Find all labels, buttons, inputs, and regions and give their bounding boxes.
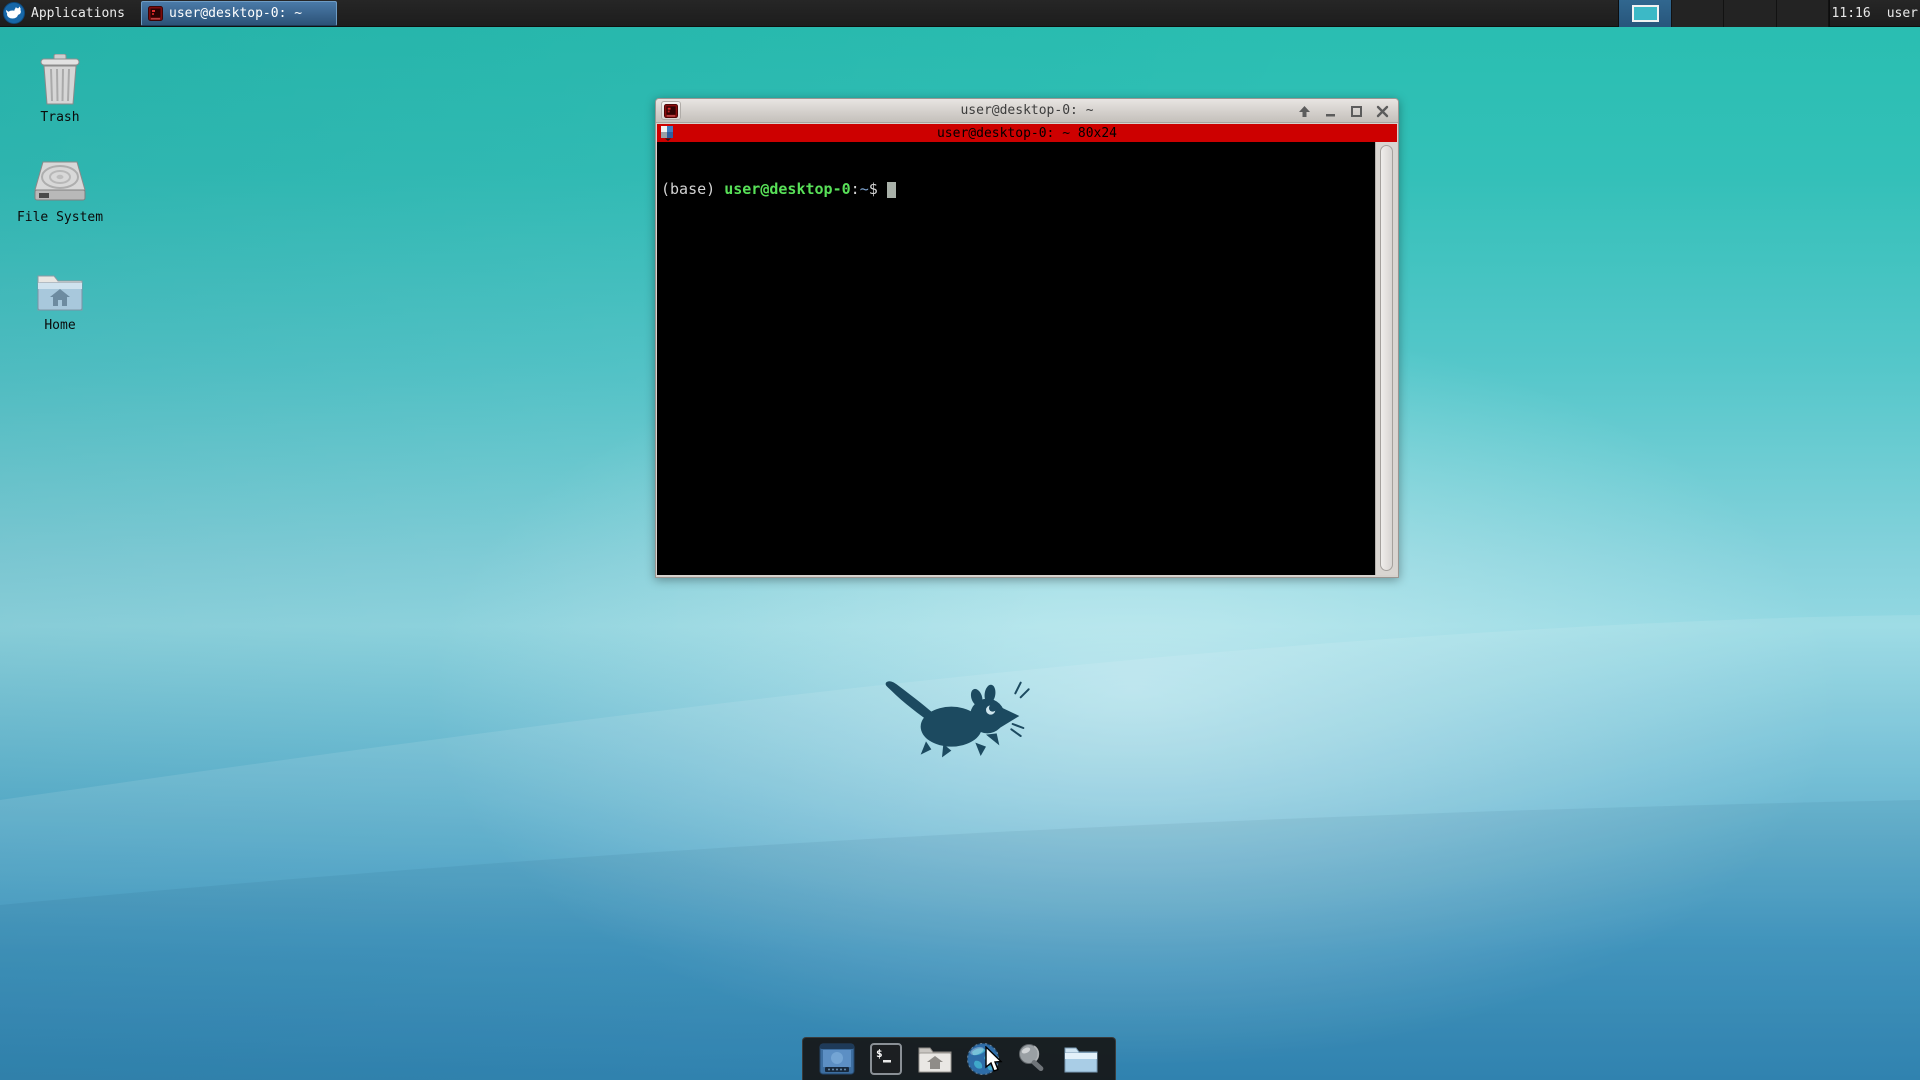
xterm-tab-title: user@desktop-0: ~ 80x24 — [936, 125, 1117, 141]
scrollbar-thumb[interactable] — [1380, 145, 1393, 571]
top-panel: Applications user@desktop-0: ~ 11:16 use… — [0, 0, 1920, 27]
home-folder-icon — [918, 1047, 952, 1073]
hard-disk-icon — [34, 161, 86, 201]
trash-icon — [40, 54, 80, 105]
terminal-scrollbar[interactable] — [1375, 142, 1397, 575]
dock-item-file-search[interactable] — [1013, 1041, 1051, 1077]
prompt-separator: : — [850, 180, 860, 198]
minimize-icon — [1325, 113, 1335, 116]
window-title: user@desktop-0: ~ — [960, 103, 1094, 118]
dock-item-show-desktop[interactable] — [818, 1041, 856, 1077]
desktop-icon-home[interactable]: Home — [5, 270, 115, 333]
xterm-icon — [148, 6, 163, 21]
taskbar-window-label: user@desktop-0: ~ — [169, 6, 303, 21]
home-folder-icon — [37, 275, 83, 311]
prompt-path: ~ — [859, 180, 869, 198]
workspace-2[interactable] — [1671, 0, 1724, 27]
file-manager-folder-icon — [1064, 1047, 1098, 1073]
taskbar-window-button[interactable]: user@desktop-0: ~ — [141, 1, 337, 26]
conda-env-label: (base) — [661, 180, 725, 198]
clock: 11:16 — [1831, 6, 1871, 21]
terminal-cursor — [886, 182, 896, 198]
applications-menu-label: Applications — [31, 5, 125, 21]
search-icon — [1018, 1043, 1044, 1072]
prompt-symbol: $ — [868, 180, 878, 198]
close-button[interactable] — [1374, 103, 1390, 119]
desktop-icon-file-system[interactable]: File System — [5, 160, 115, 225]
xfce-mouse-logo — [885, 681, 1030, 758]
svg-text:$: $ — [876, 1047, 883, 1060]
maximize-icon — [1350, 105, 1362, 117]
bottom-dock: $ — [802, 1037, 1116, 1080]
panel-status-area: 11:16 user — [1832, 0, 1918, 27]
dock-item-terminal[interactable]: $ — [867, 1041, 905, 1077]
desktop-icon-label: Trash — [40, 110, 80, 125]
prompt-user-host: user@desktop-0 — [724, 180, 851, 198]
username-label: user — [1886, 6, 1918, 21]
terminal-window: user@desktop-0: ~ user@desktop-0: ~ 80x2… — [655, 98, 1399, 578]
mouse-cursor — [985, 1046, 1003, 1072]
workspace-window-miniature — [1632, 5, 1659, 22]
dock-item-file-manager[interactable] — [1062, 1041, 1100, 1077]
workspace-3[interactable] — [1724, 0, 1777, 27]
terminal-icon: $ — [869, 1043, 902, 1075]
shade-button[interactable] — [1296, 103, 1312, 119]
window-titlebar[interactable]: user@desktop-0: ~ — [656, 99, 1398, 123]
desktop-icon-label: File System — [16, 210, 104, 225]
shell-prompt: (base) user@desktop-0:~$ — [657, 178, 1377, 198]
workspace-1[interactable] — [1619, 0, 1672, 27]
desktop-icon-trash[interactable]: Trash — [5, 54, 115, 125]
workspace-switcher — [1618, 0, 1830, 27]
xfce-logo-icon — [3, 2, 25, 24]
terminal-content[interactable]: (base) user@desktop-0:~$ — [657, 142, 1377, 575]
minimize-button[interactable] — [1322, 103, 1338, 119]
show-desktop-icon — [819, 1043, 855, 1075]
maximize-button[interactable] — [1348, 103, 1364, 119]
applications-menu-button[interactable]: Applications — [0, 0, 133, 27]
dock-item-home-folder[interactable] — [916, 1041, 954, 1077]
workspace-4[interactable] — [1776, 0, 1829, 27]
close-icon — [1376, 105, 1388, 117]
window-controls — [1296, 99, 1390, 123]
xterm-scrollbar-titlebar[interactable]: user@desktop-0: ~ 80x24 — [657, 124, 1397, 142]
desktop-icon-label: Home — [44, 318, 76, 333]
shade-arrow-icon — [1298, 105, 1310, 117]
